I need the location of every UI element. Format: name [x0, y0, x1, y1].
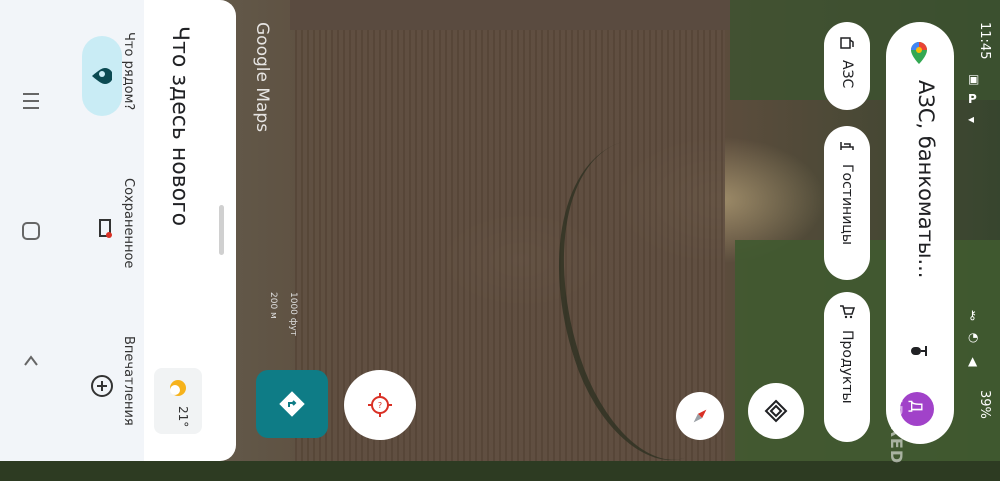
sheet-title: Что здесь нового: [167, 26, 192, 227]
search-input[interactable]: АЗС, банкоматы...: [914, 80, 938, 278]
svg-text:?: ?: [378, 401, 382, 410]
map-field-top: [290, 0, 730, 30]
weather-temperature: 21°: [176, 406, 190, 428]
recent-apps-button[interactable]: [18, 88, 44, 114]
nav-contribute-icon-wrap: [82, 366, 122, 406]
menu-icon: [23, 93, 39, 109]
nav-contribute-label: Впечатления: [121, 336, 136, 426]
system-nav-bar: [0, 0, 62, 461]
google-maps-logo-icon: [911, 42, 927, 64]
nav-explore-icon-wrap: [82, 36, 122, 116]
google-maps-watermark: Google Maps: [252, 22, 272, 133]
add-circle-icon: [91, 375, 113, 397]
scale-metric: 200 м: [268, 292, 278, 319]
layers-icon: [764, 399, 788, 423]
back-button[interactable]: [18, 348, 44, 374]
signal-icon: ▲: [968, 354, 978, 368]
location-target-icon: ?: [368, 393, 392, 417]
layers-button[interactable]: [748, 383, 804, 439]
weather-widget[interactable]: 21°: [154, 368, 202, 434]
status-time: 11:45: [977, 22, 992, 60]
chip-hotels[interactable]: Гостиницы: [824, 126, 870, 280]
nav-explore-label: Что рядом?: [121, 32, 136, 111]
status-bar: 11:45 ▣ P ◂ ⚷ ◔ ▲ 39%: [954, 0, 1000, 461]
dnr-red-watermark: DNR RED: [887, 376, 906, 465]
chip-groceries[interactable]: Продукты: [824, 292, 870, 442]
nav-arrow-icon: ◂: [968, 112, 975, 126]
scale-imperial: 1000 фут: [288, 292, 298, 337]
weather-sun-icon: [170, 380, 186, 396]
chip-gas-station-label: АЗС: [839, 60, 855, 89]
parking-icon: P: [968, 92, 977, 106]
directions-button[interactable]: [256, 370, 328, 438]
bottom-nav: Что рядом? Сохраненное Впечатления: [62, 0, 144, 461]
nav-saved-label: Сохраненное: [121, 178, 136, 269]
compass-button[interactable]: [676, 392, 724, 440]
gas-station-icon: [837, 32, 857, 52]
chip-hotels-label: Гостиницы: [839, 164, 855, 245]
bookmark-icon: [99, 219, 112, 238]
compass-icon: [693, 409, 707, 423]
home-square-icon: [22, 222, 40, 240]
battery-level: 39%: [977, 390, 992, 419]
wifi-icon: ◔: [968, 330, 979, 344]
chip-groceries-label: Продукты: [839, 330, 855, 404]
location-pin-icon: [92, 68, 112, 84]
directions-icon: [279, 391, 305, 417]
gallery-icon: ▣: [968, 72, 980, 86]
home-button[interactable]: [18, 218, 44, 244]
avatar-letter: Д: [907, 400, 926, 413]
my-location-button[interactable]: ?: [344, 370, 416, 440]
hotel-icon: [837, 136, 857, 156]
microphone-icon: [911, 346, 927, 356]
back-chevron-icon: [24, 355, 38, 366]
shopping-cart-icon: [837, 302, 857, 322]
sheet-drag-handle[interactable]: [219, 205, 224, 255]
key-icon: ⚷: [968, 308, 977, 322]
nav-saved-icon-wrap: [82, 208, 122, 248]
chip-gas-station[interactable]: АЗС: [824, 22, 870, 110]
